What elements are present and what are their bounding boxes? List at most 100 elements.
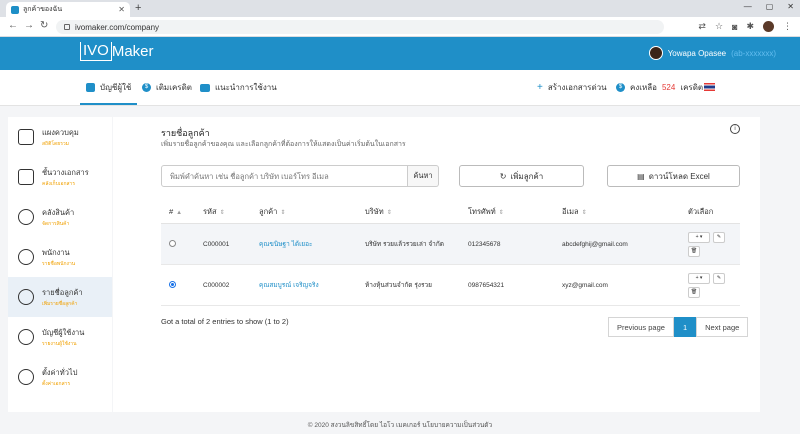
col-actions: ตัวเลือก bbox=[688, 206, 714, 216]
customer-list-panel: รายชื่อลูกค้า เพิ่มรายชื่อลูกค้าของคุณ แ… bbox=[113, 117, 760, 412]
sidebar-item-settings[interactable]: ตั้งค่าทั่วไป ตั้งค่าเอกสาร bbox=[8, 357, 112, 397]
user-icon bbox=[18, 329, 34, 345]
app-header: IVO Maker Yowapa Opasee (ab-xxxxxxx) bbox=[0, 37, 800, 70]
sidebar-item-customers[interactable]: รายชื่อลูกค้า เพิ่มรายชื่อลูกค้า bbox=[8, 277, 112, 317]
credit-value: 524 bbox=[661, 83, 676, 92]
plus-icon: + bbox=[537, 82, 543, 93]
col-code[interactable]: รหัส ⇕ bbox=[203, 206, 259, 218]
customer-company: ห้างหุ้นส่วนจำกัด รุ่งรวย bbox=[365, 282, 432, 289]
quick-doc-button[interactable]: + สร้างเอกสารด่วน bbox=[537, 81, 607, 94]
options-dropdown[interactable]: + ▾ bbox=[688, 272, 710, 284]
credit-balance: $ คงเหลือ 524 เครดิต bbox=[616, 81, 703, 94]
customer-name-link[interactable]: คุณสมบูรณ์ เจริญจริง bbox=[259, 280, 365, 290]
url-text: ivomaker.com/company bbox=[75, 22, 160, 32]
default-customer-radio[interactable] bbox=[169, 239, 176, 247]
minimize-icon[interactable]: — bbox=[744, 2, 752, 11]
next-page-button[interactable]: Next page bbox=[696, 317, 749, 337]
options-dropdown[interactable]: + ▾ bbox=[688, 231, 710, 243]
col-company[interactable]: บริษัท ⇕ bbox=[365, 206, 468, 218]
maximize-icon[interactable]: ▢ bbox=[766, 2, 774, 11]
ivomaker-logo[interactable]: IVO Maker bbox=[80, 42, 154, 61]
customer-code: C000001 bbox=[203, 240, 230, 248]
nav-guide[interactable]: แนะนำการใช้งาน bbox=[200, 81, 277, 94]
user-menu[interactable]: Yowapa Opasee (ab-xxxxxxx) bbox=[648, 46, 776, 60]
browser-tabbar: ลูกค้าของฉัน ✕ + — ▢ ✕ bbox=[0, 0, 800, 17]
customer-email: xyz@gmail.com bbox=[562, 281, 608, 289]
lock-icon bbox=[64, 24, 70, 30]
thai-flag-icon bbox=[704, 83, 715, 91]
search-button[interactable]: ค้นหา bbox=[408, 165, 439, 187]
table-row: C000002 คุณสมบูรณ์ เจริญจริง ห้างหุ้นส่ว… bbox=[161, 265, 740, 306]
settings-icon bbox=[18, 369, 34, 385]
document-shelf-icon bbox=[18, 169, 34, 185]
new-tab-icon[interactable]: + bbox=[135, 2, 141, 15]
extensions-icon[interactable]: ✱ bbox=[746, 21, 754, 32]
inventory-icon bbox=[18, 209, 34, 225]
address-bar[interactable]: ivomaker.com/company bbox=[56, 20, 664, 34]
previous-page-button[interactable]: Previous page bbox=[608, 317, 674, 337]
chart-icon bbox=[18, 129, 34, 145]
download-excel-button[interactable]: ▤ ดาวน์โหลด Excel bbox=[607, 165, 740, 187]
info-icon[interactable]: i bbox=[730, 124, 740, 134]
translate-icon[interactable]: ⇄ bbox=[698, 21, 706, 32]
customer-code: C000002 bbox=[203, 281, 230, 289]
search-input[interactable] bbox=[161, 165, 408, 187]
col-customer[interactable]: ลูกค้า ⇕ bbox=[259, 206, 365, 218]
coin-icon: $ bbox=[616, 83, 625, 92]
close-window-icon[interactable]: ✕ bbox=[787, 2, 794, 11]
sidebar-item-documents[interactable]: ชั้นวางเอกสาร คลังเก็บเอกสาร bbox=[8, 157, 112, 197]
refresh-icon: ↻ bbox=[499, 171, 507, 181]
sidebar-item-accounts[interactable]: บัญชีผู้ใช้งาน รายงานผู้ใช้งาน bbox=[8, 317, 112, 357]
customer-phone: 0987654321 bbox=[468, 281, 505, 289]
default-customer-radio[interactable] bbox=[169, 280, 176, 288]
footer: © 2020 สงวนลิขสิทธิ์โดย ไอโว เมคเกอร์ นโ… bbox=[307, 422, 493, 429]
sidebar: แผงควบคุม สถิติโดยรวม ชั้นวางเอกสาร คลังเก… bbox=[8, 117, 112, 412]
page-description: เพิ่มรายชื่อลูกค้าของคุณ และเลือกลูกค้าท… bbox=[161, 141, 406, 148]
user-name: Yowapa Opasee bbox=[667, 48, 727, 58]
entries-summary: Got a total of 2 entries to show (1 to 2… bbox=[161, 317, 289, 326]
employee-icon bbox=[18, 249, 34, 265]
language-switch[interactable] bbox=[704, 83, 715, 91]
pagination: Previous page 1 Next page bbox=[608, 317, 749, 337]
profile-avatar[interactable] bbox=[763, 21, 774, 32]
nav-account[interactable]: บัญชีผู้ใช้ bbox=[79, 81, 138, 105]
document-icon: ▤ bbox=[637, 171, 645, 181]
sidebar-item-employees[interactable]: พนักงาน รายชื่อพนักงาน bbox=[8, 237, 112, 277]
coin-icon: $ bbox=[142, 83, 151, 92]
favicon-icon bbox=[11, 5, 19, 14]
sidebar-item-inventory[interactable]: คลังสินค้า จัดการสินค้า bbox=[8, 197, 112, 237]
browser-actions: ⇄ ☆ ◙ ✱ ⋮ bbox=[698, 21, 792, 32]
browser-tab[interactable]: ลูกค้าของฉัน ✕ bbox=[6, 2, 130, 17]
customer-table: # ▲ รหัส ⇕ ลูกค้า ⇕ บริษัท ⇕ โทรศัพท์ ⇕ อีเมล… bbox=[161, 200, 740, 306]
nav-topup[interactable]: $ เติมเครดิต bbox=[142, 81, 192, 94]
page-1-button[interactable]: 1 bbox=[673, 317, 697, 337]
col-phone[interactable]: โทรศัพท์ ⇕ bbox=[468, 206, 562, 218]
edit-icon[interactable]: ✎ bbox=[713, 272, 725, 284]
search-group: ค้นหา bbox=[161, 165, 439, 187]
menu-icon[interactable]: ⋮ bbox=[783, 21, 792, 32]
delete-icon[interactable]: 🗑 bbox=[688, 286, 700, 298]
reload-icon[interactable]: ↻ bbox=[40, 20, 48, 31]
window-controls: — ▢ ✕ bbox=[744, 2, 794, 11]
col-email[interactable]: อีเมล ⇕ bbox=[562, 206, 688, 218]
forward-icon[interactable]: → bbox=[24, 20, 34, 31]
add-customer-button[interactable]: ↻ เพิ่มลูกค้า bbox=[459, 165, 584, 187]
delete-icon[interactable]: 🗑 bbox=[688, 245, 700, 257]
edit-icon[interactable]: ✎ bbox=[713, 231, 725, 243]
customer-name-link[interactable]: คุณขนิษฐา ได้เยอะ bbox=[259, 239, 365, 249]
customer-email: abcdefghij@gmail.com bbox=[562, 240, 628, 248]
video-icon bbox=[200, 83, 210, 92]
close-tab-icon[interactable]: ✕ bbox=[118, 5, 125, 14]
browser-toolbar: ← → ↻ ivomaker.com/company ⇄ ☆ ◙ ✱ ⋮ bbox=[0, 17, 800, 37]
user-id: (ab-xxxxxxx) bbox=[731, 48, 776, 58]
sidebar-item-dashboard[interactable]: แผงควบคุม สถิติโดยรวม bbox=[8, 117, 112, 157]
table-row: C000001 คุณขนิษฐา ได้เยอะ บริษัท รวยแล้ว… bbox=[161, 224, 740, 265]
back-icon[interactable]: ← bbox=[8, 20, 18, 31]
star-icon[interactable]: ☆ bbox=[715, 21, 723, 32]
camera-icon[interactable]: ◙ bbox=[732, 22, 737, 32]
col-index[interactable]: # ▲ bbox=[161, 207, 203, 216]
account-icon bbox=[86, 83, 95, 92]
table-header: # ▲ รหัส ⇕ ลูกค้า ⇕ บริษัท ⇕ โทรศัพท์ ⇕ อีเมล… bbox=[161, 200, 740, 224]
customer-company: บริษัท รวยแล้วรวยเล่า จำกัด bbox=[365, 241, 444, 248]
customer-icon bbox=[18, 289, 34, 305]
